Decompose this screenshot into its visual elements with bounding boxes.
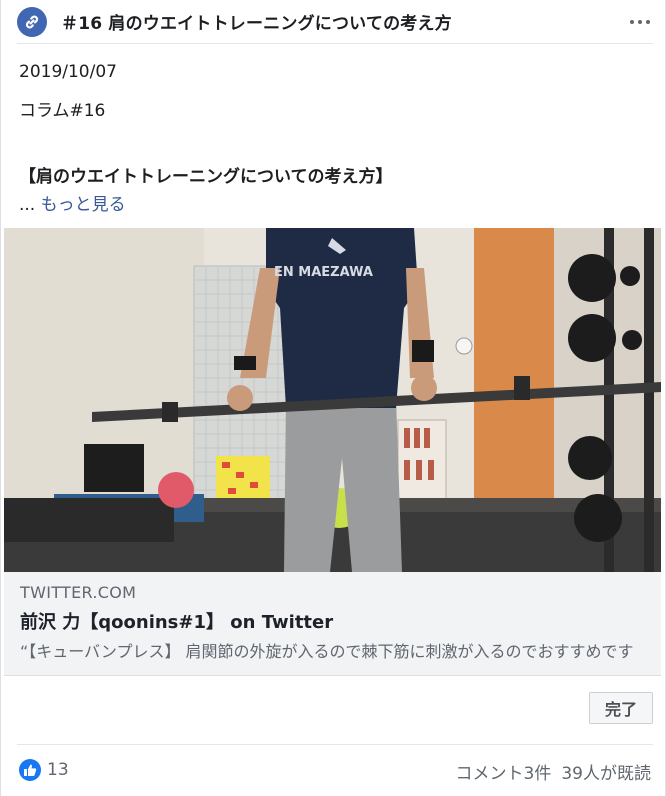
post-header: ＃16 肩のウエイトトレーニングについての考え方 xyxy=(17,0,653,44)
gym-photo: EN MAEZAWA xyxy=(4,228,661,572)
comment-count[interactable]: コメント3件 xyxy=(456,764,552,784)
done-button[interactable]: 完了 xyxy=(589,692,653,724)
post-card: ＃16 肩のウエイトトレーニングについての考え方 2019/10/07 コラム#… xyxy=(0,0,666,796)
like-reaction-icon[interactable] xyxy=(19,759,41,781)
post-column-label: コラム#16 xyxy=(19,101,106,121)
shirt-text: EN MAEZAWA xyxy=(274,265,373,280)
post-heading: 【肩のウエイトトレーニングについての考え方】 xyxy=(19,167,393,187)
link-domain: TWITTER.COM xyxy=(20,583,137,602)
link-preview-image[interactable]: EN MAEZAWA xyxy=(4,228,661,572)
link-description: “【キューバンプレス】 肩関節の外旋が入るので棘下筋に刺激が入るのでおすすめです xyxy=(20,642,634,661)
post-truncation: ... もっと見る xyxy=(19,190,126,215)
post-date: 2019/10/07 xyxy=(19,62,117,82)
post-footer: 13 コメント3件 39人が既読 xyxy=(17,744,653,794)
seen-count[interactable]: 39人が既読 xyxy=(561,764,651,784)
post-title: ＃16 肩のウエイトトレーニングについての考え方 xyxy=(61,14,452,34)
link-icon xyxy=(17,6,47,37)
more-options-icon[interactable] xyxy=(627,12,653,32)
like-count[interactable]: 13 xyxy=(47,760,69,780)
link-preview-card[interactable]: TWITTER.COM 前沢 力【qoonins#1】 on Twitter “… xyxy=(4,572,661,676)
link-title[interactable]: 前沢 力【qoonins#1】 on Twitter xyxy=(20,608,333,634)
ellipsis-text: ... xyxy=(19,195,41,215)
post-stats: コメント3件 39人が既読 xyxy=(456,759,651,784)
see-more-link[interactable]: もっと見る xyxy=(41,195,126,215)
